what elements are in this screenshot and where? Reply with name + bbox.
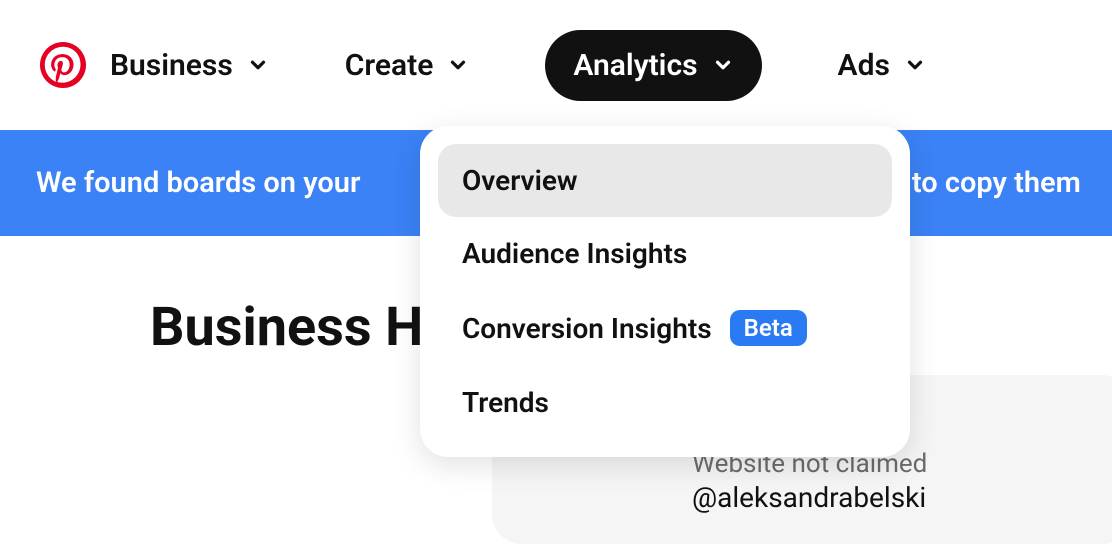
nav-ads[interactable]: Ads: [810, 30, 954, 101]
nav-business-label: Business: [110, 48, 233, 83]
banner-text-left: We found boards on your: [36, 166, 360, 200]
dropdown-item-label: Overview: [462, 164, 578, 197]
nav-create[interactable]: Create: [317, 30, 498, 101]
dropdown-item-overview[interactable]: Overview: [438, 144, 892, 217]
nav-ads-label: Ads: [838, 48, 890, 83]
profile-handle: @aleksandrabelski: [692, 481, 1082, 514]
logo-business-group: Business: [40, 42, 269, 88]
chevron-down-icon: [247, 54, 269, 76]
dropdown-item-trends[interactable]: Trends: [438, 366, 892, 439]
nav-analytics[interactable]: Analytics: [545, 30, 761, 101]
nav-business[interactable]: Business: [110, 48, 269, 83]
chevron-down-icon: [447, 54, 469, 76]
dropdown-item-label: Audience Insights: [462, 237, 687, 270]
beta-badge: Beta: [730, 310, 807, 346]
analytics-dropdown: Overview Audience Insights Conversion In…: [420, 126, 910, 457]
nav-analytics-label: Analytics: [573, 48, 697, 83]
dropdown-item-label: Conversion Insights: [462, 312, 712, 345]
chevron-down-icon: [712, 54, 734, 76]
dropdown-item-label: Trends: [462, 386, 549, 419]
dropdown-item-audience-insights[interactable]: Audience Insights: [438, 217, 892, 290]
chevron-down-icon: [904, 54, 926, 76]
dropdown-item-conversion-insights[interactable]: Conversion Insights Beta: [438, 290, 892, 366]
nav-create-label: Create: [345, 48, 434, 83]
banner-text-right: t to copy them: [895, 166, 1081, 200]
pinterest-logo-icon[interactable]: [40, 42, 86, 88]
top-navigation: Business Create Analytics Ads: [0, 0, 1112, 130]
